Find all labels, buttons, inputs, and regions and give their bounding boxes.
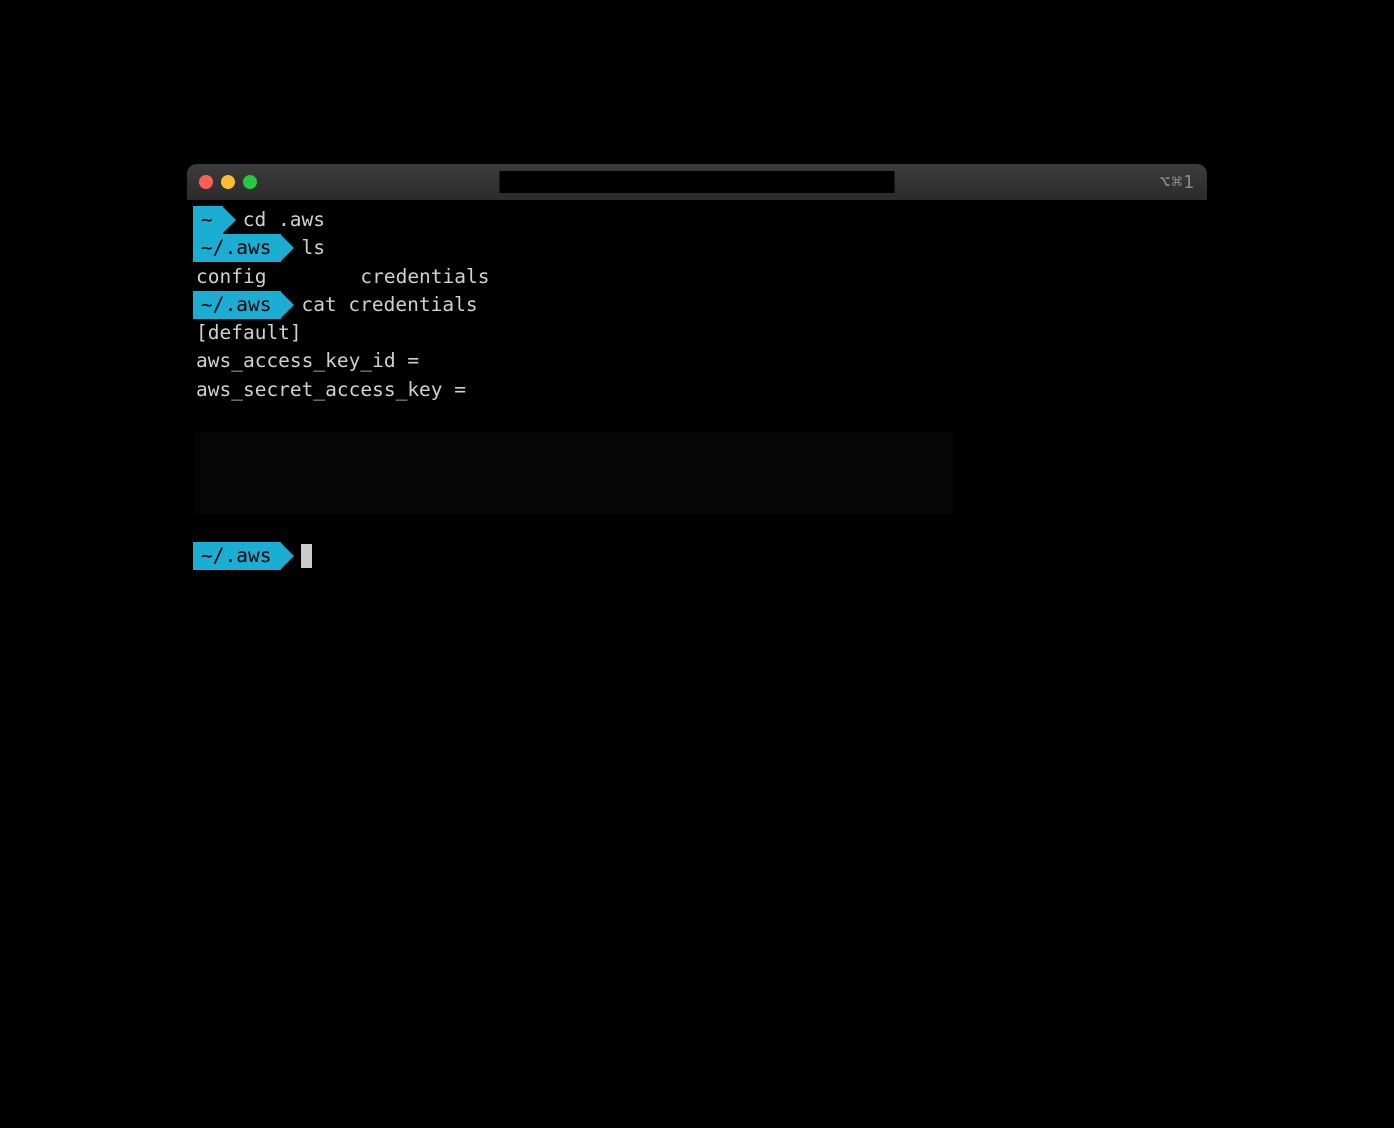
output-line-ls: config credentials [193, 263, 1207, 291]
output-line-keyid: aws_access_key_id = [193, 347, 1207, 375]
blank-line [193, 404, 1207, 432]
redacted-block [520, 265, 930, 289]
redacted-key-id [431, 349, 696, 373]
prompt-path: ~ [193, 206, 223, 234]
ls-output: config credentials [196, 263, 490, 291]
terminal-window: ⌥⌘1 ~ cd .aws ~/.aws ls config credentia… [187, 164, 1207, 964]
cursor-icon [301, 544, 312, 568]
blank-line [193, 514, 1207, 542]
command-text: ls [301, 234, 324, 262]
redacted-block [195, 432, 953, 514]
prompt-line-3: ~/.aws cat credentials [193, 291, 1207, 319]
titlebar-title-redacted [500, 171, 895, 193]
close-icon[interactable] [199, 175, 213, 189]
prompt-path: ~/.aws [193, 234, 281, 262]
prompt-line-1: ~ cd .aws [193, 206, 1207, 234]
minimize-icon[interactable] [221, 175, 235, 189]
prompt-path: ~/.aws [193, 291, 281, 319]
redacted-secret [478, 378, 1008, 402]
prompt-path: ~/.aws [193, 542, 281, 570]
credentials-section: [default] [196, 319, 302, 347]
command-text: cat credentials [301, 291, 477, 319]
credentials-secret-label: aws_secret_access_key = [196, 376, 478, 404]
output-line-section: [default] [193, 319, 1207, 347]
terminal-body[interactable]: ~ cd .aws ~/.aws ls config credentials ~… [187, 200, 1207, 964]
traffic-lights [199, 175, 257, 189]
maximize-icon[interactable] [243, 175, 257, 189]
keyboard-shortcut-hint: ⌥⌘1 [1159, 172, 1195, 193]
prompt-line-current: ~/.aws [193, 542, 1207, 570]
output-line-secret: aws_secret_access_key = [193, 376, 1207, 404]
titlebar[interactable]: ⌥⌘1 [187, 164, 1207, 200]
prompt-line-2: ~/.aws ls [193, 234, 1207, 262]
command-text: cd .aws [243, 206, 325, 234]
credentials-key-id-label: aws_access_key_id = [196, 347, 431, 375]
